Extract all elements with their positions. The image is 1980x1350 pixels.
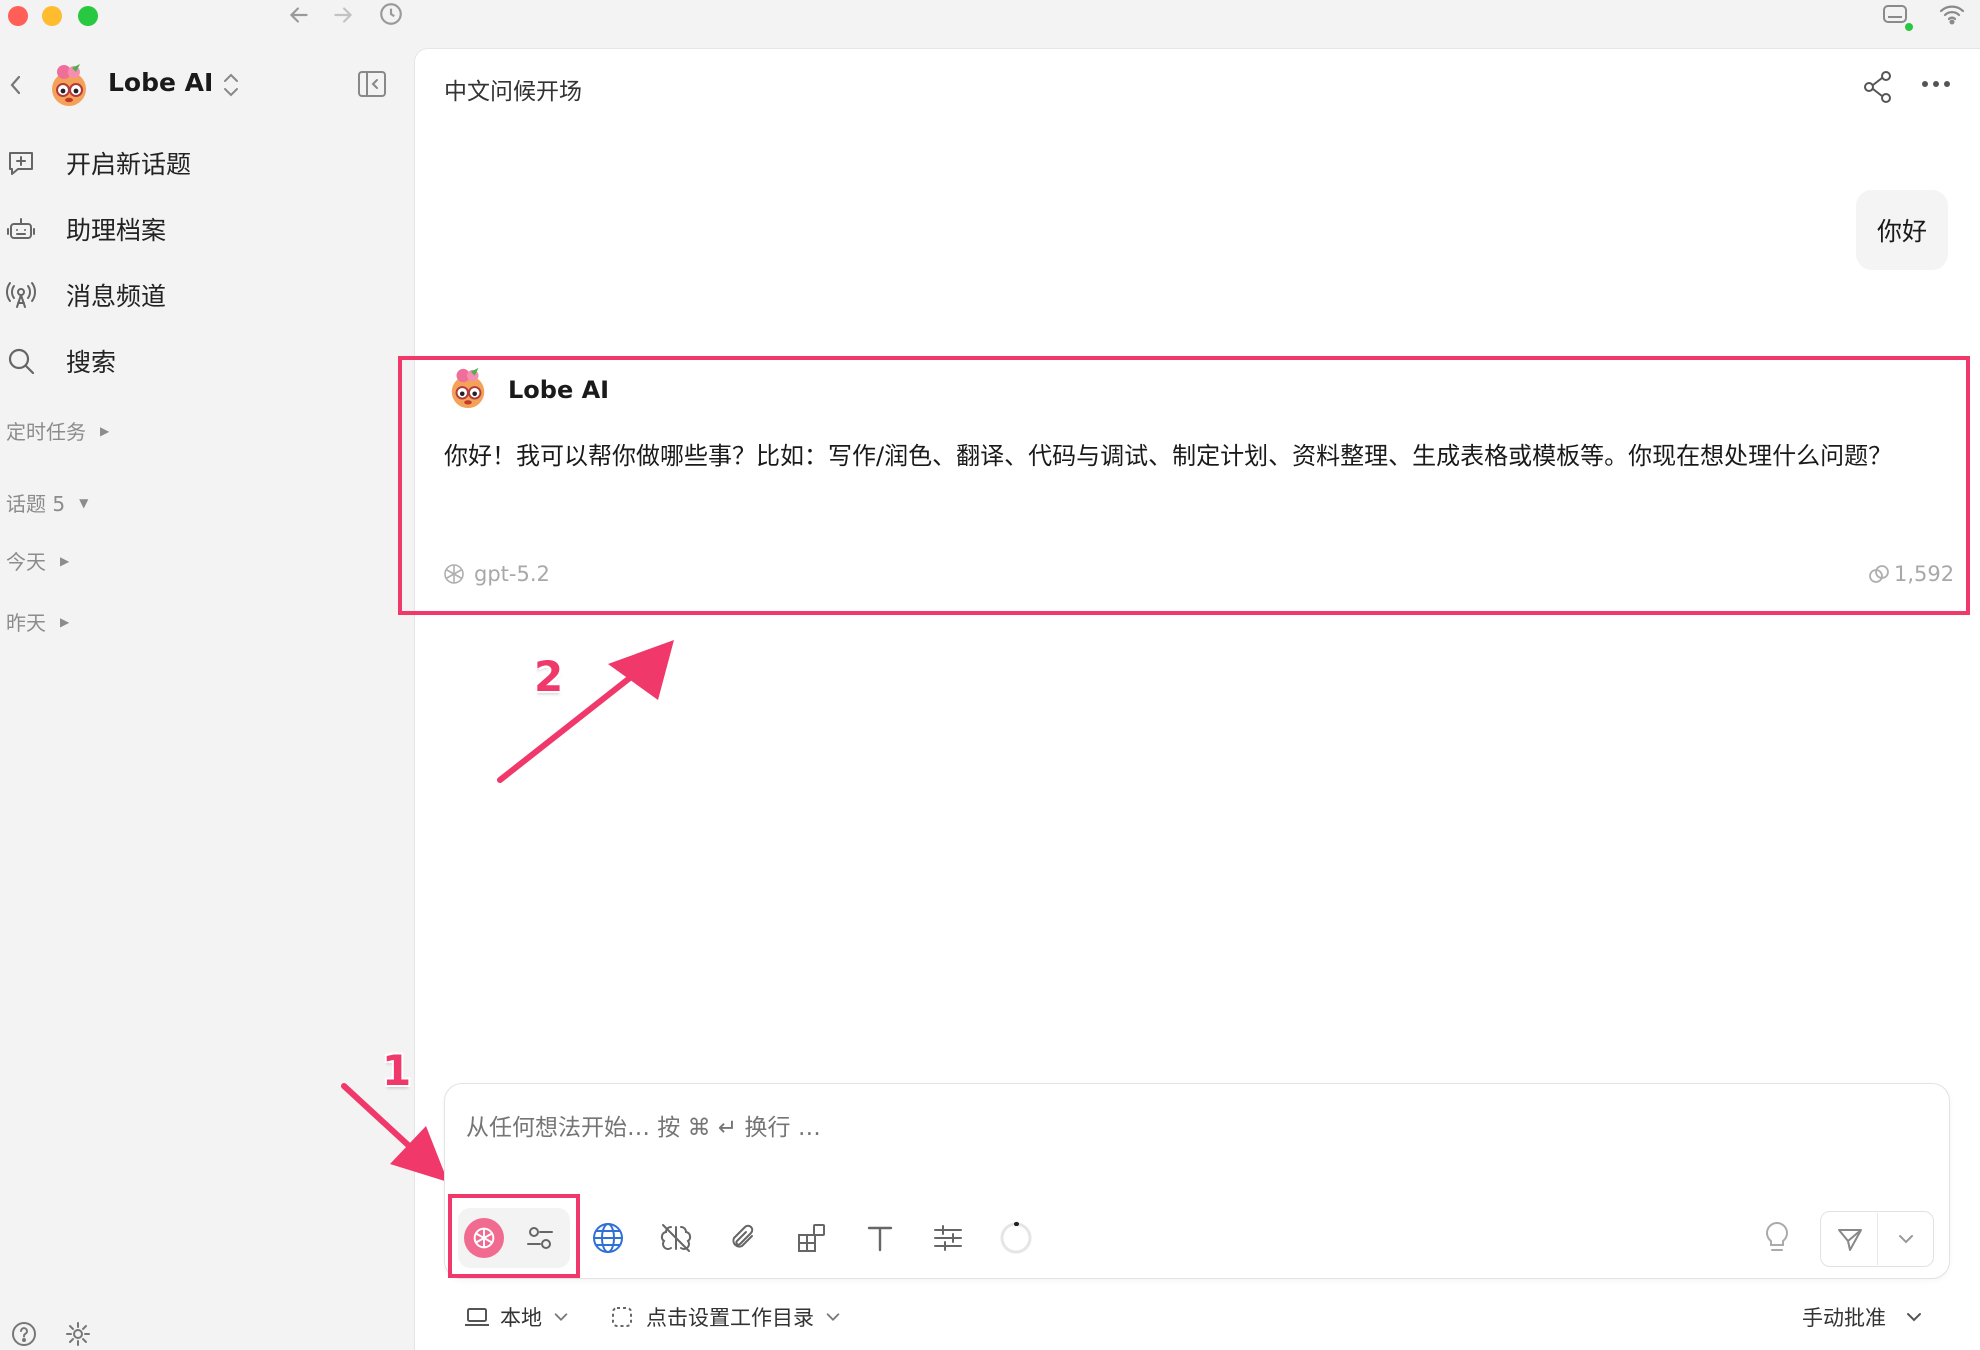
user-message-bubble: 你好	[1856, 190, 1948, 270]
blocks-icon	[798, 1224, 825, 1252]
annotation-arrow-2	[490, 630, 690, 790]
settings-gear-icon[interactable]	[64, 1320, 92, 1348]
brain-off-icon	[660, 1224, 692, 1252]
section-scheduled-tasks[interactable]: 定时任务 ▶	[6, 416, 109, 445]
sliders-horizontal-icon	[934, 1225, 962, 1251]
traffic-minimize[interactable]	[42, 6, 62, 26]
sidebar-item-search[interactable]: 搜索	[4, 336, 384, 386]
section-today[interactable]: 今天 ▶	[6, 546, 69, 575]
prompt-tips-icon[interactable]	[1762, 1220, 1792, 1256]
expand-triangle-icon: ▶	[60, 614, 70, 629]
sidebar-item-new-topic[interactable]: 开启新话题	[4, 138, 384, 188]
sidebar-back-icon[interactable]	[6, 72, 26, 98]
workdir-selector[interactable]: 点击设置工作目录	[610, 1302, 842, 1332]
expand-triangle-icon: ▶	[60, 553, 70, 568]
attach-file-button[interactable]	[722, 1216, 766, 1260]
workdir-label: 点击设置工作目录	[646, 1306, 814, 1330]
chevron-down-icon	[826, 1313, 840, 1321]
sidebar-item-channels[interactable]: 消息频道	[4, 270, 384, 320]
globe-icon	[593, 1223, 623, 1253]
help-icon[interactable]	[10, 1320, 38, 1348]
expand-triangle-icon: ▶	[100, 423, 110, 438]
approval-mode-selector[interactable]: 手动批准	[1802, 1302, 1924, 1332]
traffic-close[interactable]	[8, 6, 28, 26]
dashed-folder-icon	[612, 1307, 632, 1327]
sidebar-item-label: 消息频道	[66, 282, 167, 311]
send-icon	[1837, 1229, 1862, 1251]
search-icon	[4, 344, 38, 378]
agent-avatar[interactable]	[46, 62, 92, 108]
new-topic-icon	[4, 146, 38, 180]
history-clock-icon[interactable]	[378, 1, 404, 27]
approval-label: 手动批准	[1802, 1306, 1886, 1330]
chevron-down-icon	[554, 1313, 568, 1321]
laptop-icon	[465, 1308, 489, 1326]
broadcast-icon	[4, 278, 38, 312]
agent-switch-chevron-icon[interactable]	[220, 70, 242, 100]
deep-thinking-button[interactable]	[654, 1216, 698, 1260]
device-icon[interactable]	[1880, 2, 1914, 32]
paperclip-icon	[732, 1224, 754, 1248]
annotation-label-1: 1	[382, 1046, 412, 1095]
annotation-label-2: 2	[534, 652, 564, 701]
agent-name[interactable]: Lobe AI	[108, 68, 213, 97]
env-label: 本地	[500, 1306, 542, 1330]
web-search-button[interactable]	[586, 1216, 630, 1260]
sidebar-item-agent-profile[interactable]: 助理档案	[4, 204, 384, 254]
collapse-triangle-icon: ▼	[79, 495, 89, 510]
user-message-text: 你好	[1876, 217, 1927, 246]
text-t-icon	[867, 1226, 893, 1252]
back-arrow-icon[interactable]	[286, 2, 312, 28]
sidebar-item-label: 搜索	[66, 348, 117, 377]
progress-ring-icon	[1000, 1221, 1032, 1254]
annotation-box-2	[398, 356, 1970, 615]
section-topics[interactable]: 话题 5 ▼	[6, 488, 88, 517]
page-title: 中文问候开场	[444, 79, 582, 105]
robot-icon	[4, 212, 38, 246]
text-format-button[interactable]	[858, 1216, 902, 1260]
chat-input[interactable]	[460, 1100, 1920, 1180]
env-selector[interactable]: 本地	[464, 1302, 570, 1332]
send-options-dropdown[interactable]	[1880, 1213, 1932, 1265]
section-yesterday[interactable]: 昨天 ▶	[6, 607, 69, 636]
advanced-settings-button[interactable]	[926, 1216, 970, 1260]
sidebar-item-label: 开启新话题	[66, 150, 192, 179]
sidebar-item-label: 助理档案	[66, 216, 167, 245]
context-usage-indicator[interactable]	[994, 1216, 1038, 1260]
forward-arrow-icon[interactable]	[330, 2, 356, 28]
plugins-button[interactable]	[790, 1216, 834, 1260]
more-options-icon[interactable]	[1920, 78, 1952, 90]
send-button[interactable]	[1822, 1213, 1878, 1265]
annotation-box-1	[448, 1194, 580, 1278]
chevron-down-icon	[1899, 1235, 1913, 1244]
chevron-down-icon	[1907, 1313, 1921, 1322]
traffic-zoom[interactable]	[78, 6, 98, 26]
wifi-icon	[1938, 3, 1966, 25]
collapse-sidebar-icon[interactable]	[356, 68, 388, 100]
share-icon[interactable]	[1862, 70, 1894, 104]
